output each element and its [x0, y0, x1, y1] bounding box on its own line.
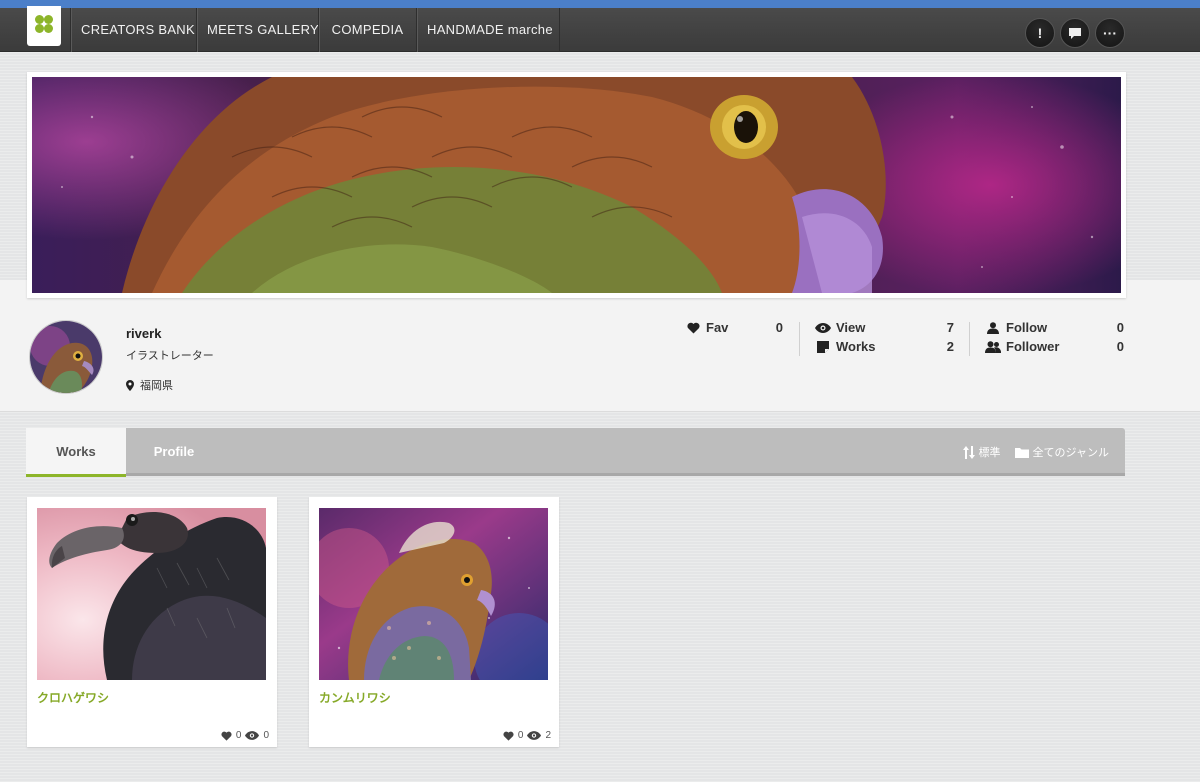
stat-fav-value: 0	[775, 320, 783, 335]
stat-follower-label: Follower	[1006, 339, 1060, 354]
nav-meets-gallery[interactable]: MEETS GALLERY	[196, 8, 319, 52]
work-card[interactable]: カンムリワシ 0 2	[309, 497, 559, 747]
genre-dropdown[interactable]: 全てのジャンル	[1014, 444, 1109, 460]
stats-divider	[969, 322, 970, 356]
eye-icon	[527, 731, 542, 740]
heart-icon	[503, 731, 514, 741]
sort-dropdown[interactable]: 標準	[962, 444, 1001, 460]
work-title[interactable]: クロハゲワシ	[37, 689, 109, 706]
works-icon	[817, 340, 829, 353]
stat-follow[interactable]: Follow	[985, 320, 1047, 335]
message-icon[interactable]	[1060, 18, 1090, 48]
sort-icon	[962, 445, 975, 459]
top-accent-bar	[0, 0, 1200, 8]
user-location-label: 福岡県	[140, 380, 173, 392]
nav-icon-group: ! ···	[1025, 18, 1125, 48]
user-role: イラストレーター	[126, 350, 214, 362]
nav-creators-bank[interactable]: CREATORS BANK	[70, 8, 196, 52]
person-icon	[987, 321, 999, 334]
cover-image-frame	[27, 72, 1126, 298]
stat-fav: Fav	[685, 320, 728, 335]
stat-follow-value: 0	[1116, 320, 1124, 335]
heart-icon	[686, 322, 700, 333]
stat-works-label: Works	[836, 339, 876, 354]
clover-logo[interactable]	[27, 6, 61, 46]
nav-handmade-marche[interactable]: HANDMADE marche	[416, 8, 560, 52]
work-meta: 0 0	[221, 730, 269, 741]
work-card[interactable]: クロハゲワシ 0 0	[27, 497, 277, 747]
tab-works[interactable]: Works	[26, 428, 126, 477]
stats-divider	[799, 322, 800, 356]
stat-works[interactable]: Works	[815, 339, 876, 354]
cover-image	[32, 77, 1121, 293]
genre-label: 全てのジャンル	[1032, 447, 1109, 459]
heart-icon	[221, 731, 232, 741]
work-view-count: 2	[545, 730, 551, 741]
location-pin-icon	[126, 379, 134, 391]
user-location: 福岡県	[126, 377, 173, 393]
eye-icon	[815, 322, 831, 333]
stat-follower-value: 0	[1116, 339, 1124, 354]
folder-icon	[1014, 447, 1029, 458]
eye-icon	[245, 731, 260, 740]
stat-works-value: 2	[946, 339, 954, 354]
work-fav-count: 0	[517, 730, 524, 741]
stat-view-value: 7	[946, 320, 954, 335]
sort-label: 標準	[978, 447, 1001, 459]
stat-view-label: View	[836, 320, 866, 335]
work-thumbnail[interactable]	[37, 508, 266, 680]
user-avatar[interactable]	[29, 320, 103, 394]
work-fav-count: 0	[235, 730, 242, 741]
work-view-count: 0	[263, 730, 269, 741]
stat-follower[interactable]: Follower	[985, 339, 1059, 354]
people-icon	[985, 340, 1001, 353]
stat-view: View	[815, 320, 865, 335]
stat-follow-label: Follow	[1006, 320, 1048, 335]
nav-compedia[interactable]: COMPEDIA	[318, 8, 416, 52]
more-icon[interactable]: ···	[1095, 18, 1125, 48]
global-navbar: CREATORS BANK MEETS GALLERY COMPEDIA HAN…	[0, 6, 1200, 52]
work-title[interactable]: カンムリワシ	[319, 689, 391, 706]
work-meta: 0 2	[503, 730, 551, 741]
stat-fav-label: Fav	[706, 320, 729, 335]
tab-profile[interactable]: Profile	[126, 428, 222, 476]
nav-links: CREATORS BANK MEETS GALLERY COMPEDIA HAN…	[70, 8, 560, 52]
profile-tab-bar: Works Profile 標準 全てのジャンル	[26, 428, 1125, 477]
tab-tools: 標準 全てのジャンル	[962, 444, 1109, 460]
clover-icon	[35, 15, 53, 33]
alert-icon[interactable]: !	[1025, 18, 1055, 48]
user-name[interactable]: riverk	[126, 326, 161, 341]
work-thumbnail[interactable]	[319, 508, 548, 680]
